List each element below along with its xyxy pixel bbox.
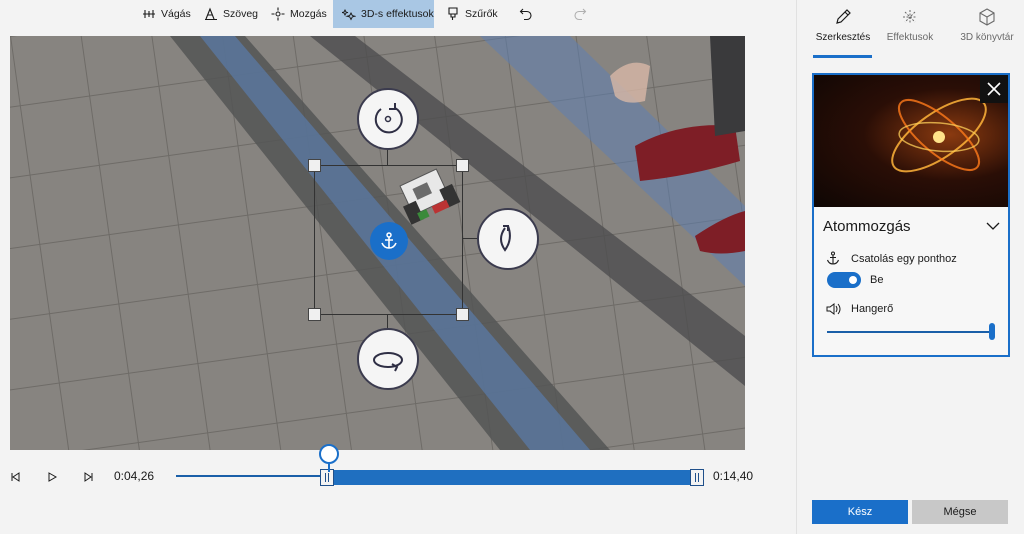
close-icon — [987, 82, 1001, 96]
trim-label: Vágás — [161, 8, 191, 20]
range-start-handle[interactable] — [320, 469, 334, 486]
play-icon — [48, 472, 57, 482]
cube-icon — [979, 8, 995, 26]
3d-effects-button[interactable]: 3D-s effektusok — [333, 0, 434, 28]
sparkle-icon — [903, 10, 917, 24]
filters-label: Szűrők — [465, 8, 498, 20]
redo-button[interactable] — [573, 0, 587, 28]
rotate-horizontal-icon — [373, 352, 403, 372]
text-icon — [205, 7, 217, 21]
rotate-y-control[interactable] — [477, 208, 539, 270]
cancel-button[interactable]: Mégse — [912, 500, 1008, 524]
redo-icon — [574, 8, 587, 21]
motion-label: Mozgás — [290, 8, 327, 20]
effect-range[interactable] — [326, 470, 702, 485]
volume-slider-thumb[interactable] — [989, 323, 995, 340]
previous-frame-icon — [11, 472, 20, 482]
anchor-small-icon — [826, 251, 840, 265]
3d-effects-label: 3D-s effektusok — [361, 8, 434, 20]
anchor-icon — [381, 232, 397, 249]
video-preview[interactable] — [10, 36, 745, 450]
active-tab-indicator — [813, 55, 872, 58]
rotate-x-control[interactable] — [357, 328, 419, 390]
tab-edit[interactable]: Szerkesztés — [807, 0, 879, 58]
resize-handle-bottom-left[interactable] — [308, 308, 321, 321]
3d-effects-icon — [342, 8, 356, 21]
tab-3d-library-label: 3D könyvtár — [960, 32, 1014, 43]
tab-3d-library[interactable]: 3D könyvtár — [949, 0, 1024, 58]
attach-label: Csatolás egy ponthoz — [851, 253, 957, 265]
resize-handle-top-left[interactable] — [308, 159, 321, 172]
resize-handle-bottom-right[interactable] — [456, 308, 469, 321]
toolbar: Vágás Szöveg Mozgás 3D-s effektusok Szűr… — [0, 0, 796, 28]
rotate-clockwise-icon — [374, 103, 403, 134]
effect-thumbnail — [814, 75, 1008, 207]
rotate-connector — [462, 238, 478, 239]
motion-button[interactable]: Mozgás — [271, 0, 327, 28]
toggle-knob — [849, 276, 857, 284]
rotate-connector — [387, 150, 388, 166]
range-end-handle[interactable] — [690, 469, 704, 486]
attach-toggle[interactable] — [827, 272, 861, 288]
side-panel: Szerkesztés Effektusok 3D könyvtár Atomm… — [796, 0, 1024, 534]
filters-icon — [448, 7, 458, 20]
volume-label: Hangerő — [851, 303, 894, 315]
toggle-state-label: Be — [870, 274, 884, 286]
play-button[interactable] — [43, 468, 61, 486]
end-time: 0:14,40 — [713, 469, 754, 483]
anchor-button[interactable] — [370, 222, 408, 260]
volume-slider-track[interactable] — [827, 331, 993, 333]
trim-button[interactable]: Vágás — [142, 0, 191, 28]
pencil-icon — [836, 9, 851, 24]
current-time: 0:04,26 — [114, 469, 155, 483]
playhead[interactable] — [319, 444, 339, 464]
tab-edit-label: Szerkesztés — [815, 32, 871, 43]
remove-effect-button[interactable] — [980, 75, 1008, 103]
filters-button[interactable]: Szűrők — [446, 0, 498, 28]
undo-icon — [519, 8, 532, 21]
tab-effects-label: Effektusok — [886, 32, 934, 43]
resize-handle-top-right[interactable] — [456, 159, 469, 172]
effect-card: Atommozgás Csatolás egy ponthoz Be Hange… — [812, 73, 1010, 357]
volume-icon — [826, 303, 841, 315]
done-button[interactable]: Kész — [812, 500, 908, 524]
next-frame-icon — [84, 472, 93, 482]
text-label: Szöveg — [223, 8, 259, 20]
trim-icon — [143, 10, 155, 18]
previous-frame-button[interactable] — [6, 468, 24, 486]
next-frame-button[interactable] — [80, 468, 98, 486]
undo-button[interactable] — [519, 0, 533, 28]
rotate-vertical-icon — [500, 225, 511, 252]
rotate-z-control[interactable] — [357, 88, 419, 150]
motion-icon — [271, 7, 285, 21]
text-button[interactable]: Szöveg — [204, 0, 258, 28]
chevron-down-icon[interactable] — [986, 221, 1000, 231]
effect-title: Atommozgás — [823, 218, 911, 235]
tab-effects[interactable]: Effektusok — [877, 0, 943, 58]
